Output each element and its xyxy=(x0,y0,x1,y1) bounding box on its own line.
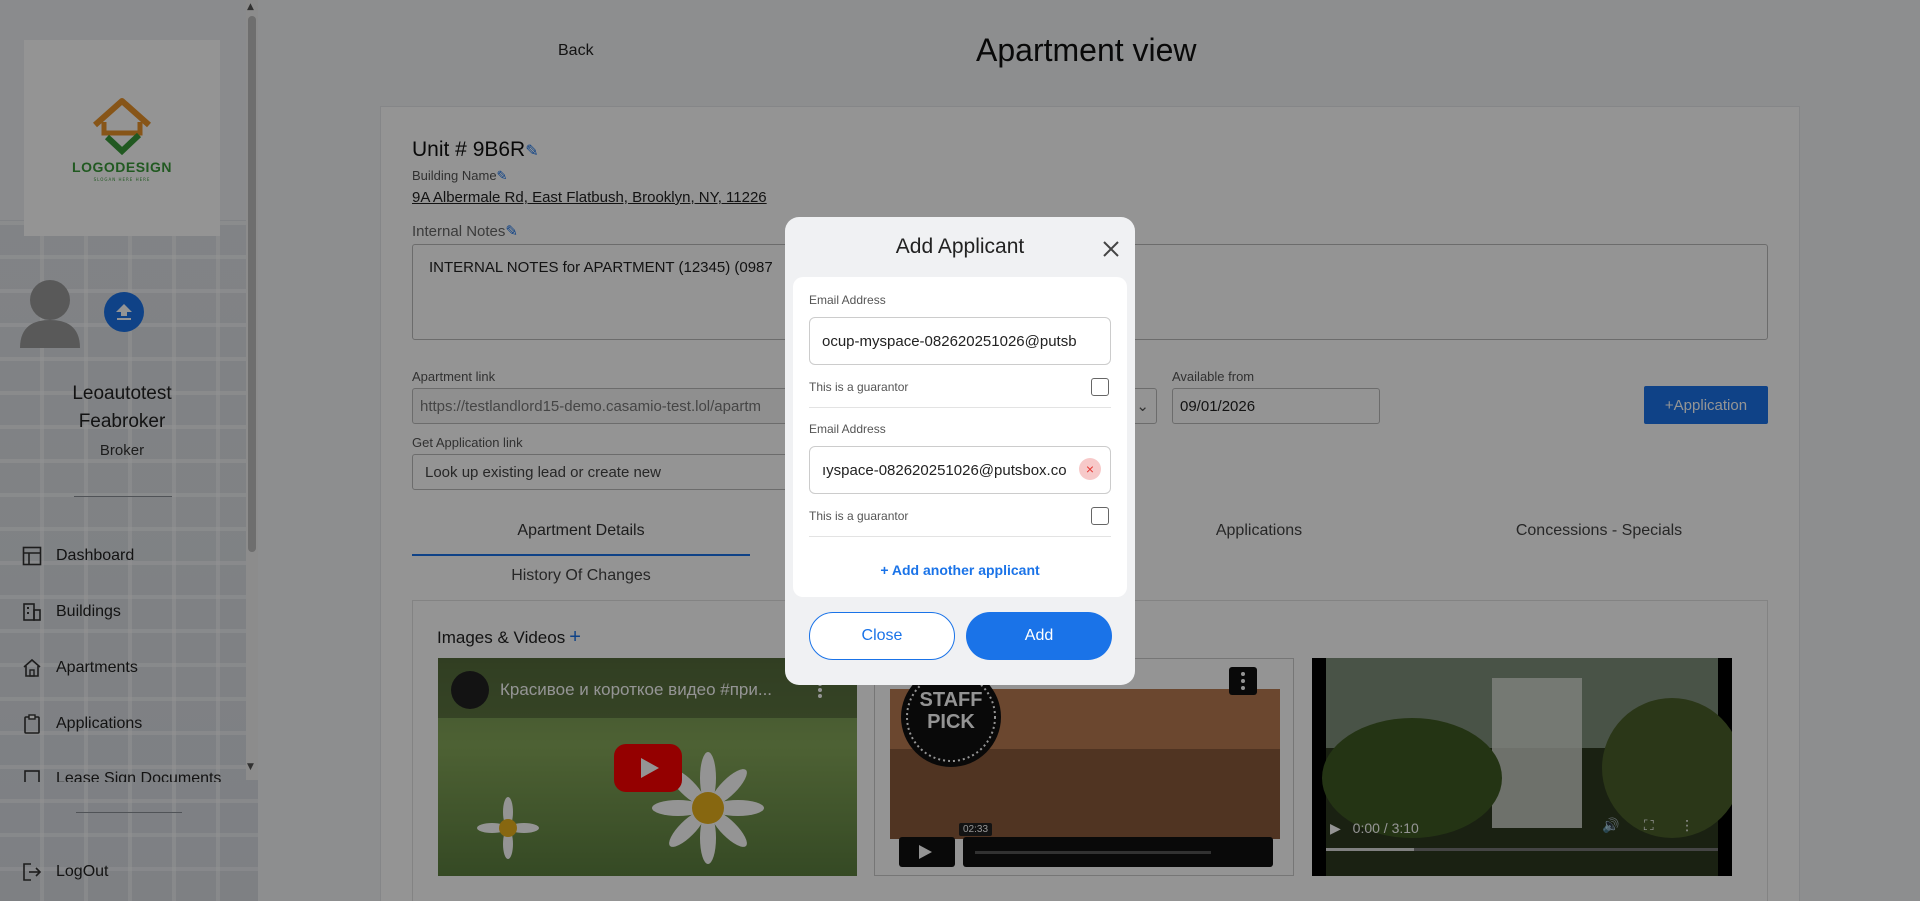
applicant-separator xyxy=(809,407,1111,408)
guarantor-label-2: This is a guarantor xyxy=(809,509,909,523)
remove-applicant-icon[interactable]: × xyxy=(1079,458,1101,480)
applicant-separator xyxy=(809,536,1111,537)
email-label-1: Email Address xyxy=(809,293,886,307)
email-label-2: Email Address xyxy=(809,422,886,436)
close-button[interactable]: Close xyxy=(809,612,955,660)
close-icon[interactable] xyxy=(1099,237,1123,261)
add-another-applicant-link[interactable]: + Add another applicant xyxy=(785,562,1135,578)
add-applicant-modal: Add Applicant Email Address ocup-myspace… xyxy=(785,217,1135,685)
add-button[interactable]: Add xyxy=(966,612,1112,660)
modal-title: Add Applicant xyxy=(895,235,1025,258)
email-field-1[interactable]: ocup-myspace-082620251026@putsb xyxy=(809,317,1111,365)
guarantor-checkbox-2[interactable] xyxy=(1091,507,1109,525)
email-field-2[interactable]: ıyspace-082620251026@putsbox.co xyxy=(809,446,1111,494)
guarantor-label-1: This is a guarantor xyxy=(809,380,909,394)
guarantor-checkbox-1[interactable] xyxy=(1091,378,1109,396)
